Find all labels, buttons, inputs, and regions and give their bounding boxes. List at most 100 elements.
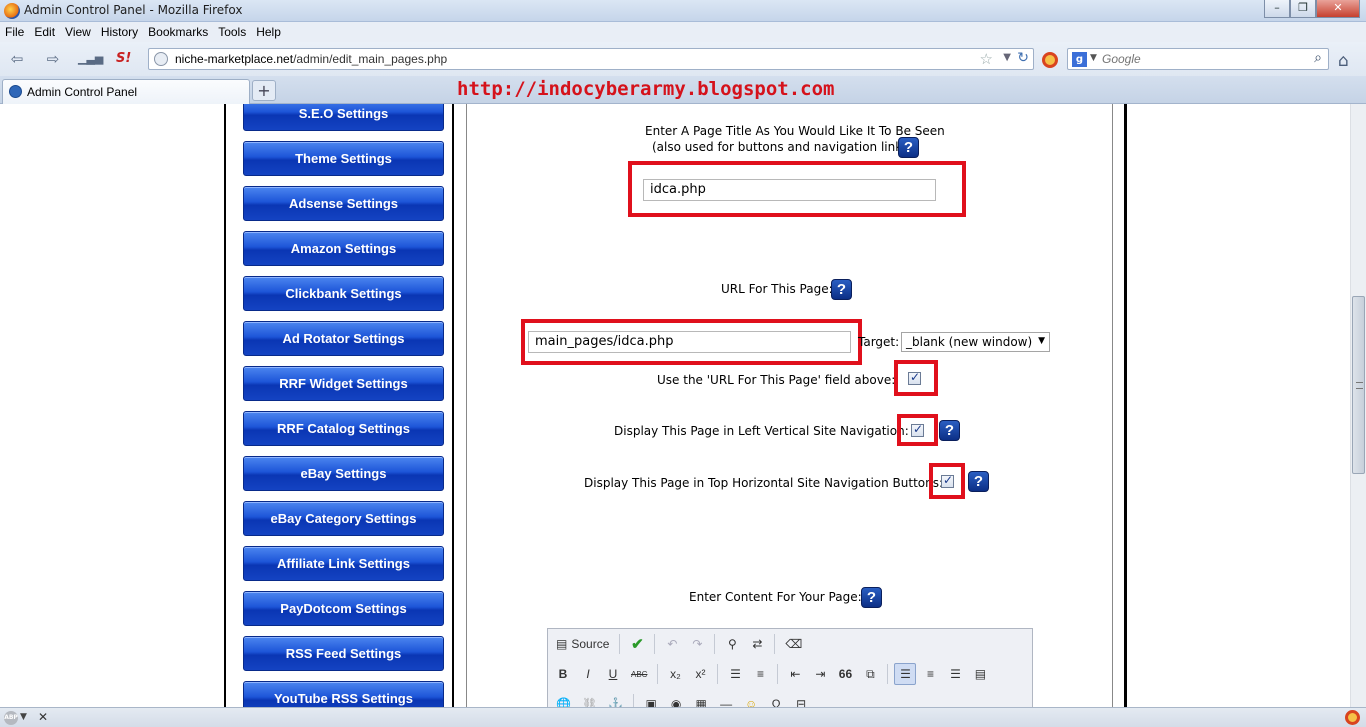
bold-button[interactable]: B <box>552 663 574 685</box>
bullet-list-icon[interactable]: ≡ <box>749 663 771 685</box>
help-icon[interactable]: ? <box>968 471 989 492</box>
page-favicon-icon <box>9 85 22 98</box>
source-button[interactable]: ▤ Source <box>552 633 613 655</box>
align-justify-icon[interactable]: ▤ <box>969 663 991 685</box>
top-nav-checkbox[interactable] <box>941 473 954 488</box>
blockquote-button[interactable]: 66 <box>834 663 856 685</box>
back-arrow-icon[interactable]: ⇦ <box>6 50 28 68</box>
special-char-icon[interactable]: Ω <box>765 693 787 707</box>
div-container-icon[interactable]: ⧉ <box>859 663 881 685</box>
numbered-list-icon[interactable]: ☰ <box>724 663 746 685</box>
page-break-icon[interactable]: ⊟ <box>790 693 812 707</box>
navigation-toolbar: ⇦ ⇨ ▁▃▅ S! niche-marketplace.net/admin/e… <box>0 42 1366 76</box>
sidebar-item-theme[interactable]: Theme Settings <box>243 141 444 176</box>
menu-file[interactable]: File <box>0 25 29 39</box>
window-title: Admin Control Panel - Mozilla Firefox <box>24 3 243 17</box>
sidebar-item-rrf-catalog[interactable]: RRF Catalog Settings <box>243 411 444 446</box>
anchor-icon[interactable]: ⚓ <box>604 693 627 707</box>
outdent-icon[interactable]: ⇤ <box>784 663 806 685</box>
toolbar-separator <box>717 664 719 684</box>
redo-icon[interactable]: ↷ <box>686 633 708 655</box>
forward-arrow-icon[interactable]: ⇨ <box>42 50 64 68</box>
indent-icon[interactable]: ⇥ <box>809 663 831 685</box>
home-icon[interactable]: ⌂ <box>1338 51 1349 71</box>
undo-icon[interactable]: ↶ <box>661 633 683 655</box>
eraser-icon[interactable]: ⌫ <box>781 633 806 655</box>
adblock-dropdown-icon[interactable]: ▼ <box>20 712 27 722</box>
sidebar-item-seo[interactable]: S.E.O Settings <box>243 104 444 131</box>
spellcheck-icon[interactable]: ✔ <box>626 633 648 655</box>
menu-edit[interactable]: Edit <box>29 25 60 39</box>
table-icon[interactable]: ▦ <box>690 693 712 707</box>
help-icon[interactable]: ? <box>898 137 919 158</box>
sidebar-item-rss-feed[interactable]: RSS Feed Settings <box>243 636 444 671</box>
sidebar-item-ad-rotator[interactable]: Ad Rotator Settings <box>243 321 444 356</box>
toolbar-separator <box>774 634 776 654</box>
sidebar-item-affiliate-link[interactable]: Affiliate Link Settings <box>243 546 444 581</box>
underline-button[interactable]: U <box>602 663 624 685</box>
sidebar-item-paydotcom[interactable]: PayDotcom Settings <box>243 591 444 626</box>
replace-icon[interactable]: ⇄ <box>746 633 768 655</box>
bookmark-star-icon[interactable]: ☆ <box>980 50 993 68</box>
sidebar-item-youtube-rss[interactable]: YouTube RSS Settings <box>243 681 444 707</box>
sidebar-item-clickbank[interactable]: Clickbank Settings <box>243 276 444 311</box>
tab-admin-control-panel[interactable]: Admin Control Panel <box>2 79 250 104</box>
sidebar-item-adsense[interactable]: Adsense Settings <box>243 186 444 221</box>
left-nav-checkbox[interactable] <box>911 422 924 437</box>
url-bar[interactable]: niche-marketplace.net/admin/edit_main_pa… <box>148 48 1034 70</box>
addon-s-icon[interactable]: S! <box>116 51 136 67</box>
align-right-icon[interactable]: ☰ <box>944 663 966 685</box>
page-title-input[interactable]: idca.php <box>643 179 936 201</box>
subscript-button[interactable]: x₂ <box>664 663 686 685</box>
help-icon[interactable]: ? <box>939 420 960 441</box>
noscript-icon[interactable] <box>1042 52 1058 68</box>
menu-bookmarks[interactable]: Bookmarks <box>143 25 213 39</box>
horizontal-rule-icon[interactable]: ― <box>715 693 737 707</box>
help-icon[interactable]: ? <box>861 587 882 608</box>
align-center-icon[interactable]: ≡ <box>919 663 941 685</box>
url-input[interactable]: main_pages/idca.php <box>528 331 851 353</box>
search-bar[interactable]: g ▼ ⌕ <box>1067 48 1329 70</box>
superscript-button[interactable]: x² <box>689 663 711 685</box>
strikethrough-button[interactable]: ABC <box>627 663 651 685</box>
adblock-icon[interactable]: ABP <box>4 711 18 725</box>
scrollbar-thumb[interactable] <box>1352 296 1365 474</box>
target-select[interactable]: _blank (new window) ▼ <box>901 332 1050 352</box>
editor-toolbar-row-1: ▤ Source ✔ ↶ ↷ ⚲ ⇄ ⌫ <box>552 631 806 657</box>
maximize-icon[interactable]: ❐ <box>1290 0 1316 18</box>
minimize-icon[interactable]: – <box>1264 0 1290 18</box>
menu-view[interactable]: View <box>60 25 96 39</box>
watermark-url: http://indocyberarmy.blogspot.com <box>457 78 835 100</box>
link-icon[interactable]: 🌐 <box>552 693 575 707</box>
italic-button[interactable]: I <box>577 663 599 685</box>
target-label: Target: <box>858 335 900 349</box>
search-input[interactable] <box>1102 51 1302 67</box>
noscript-status-icon[interactable] <box>1345 710 1360 725</box>
menu-tools[interactable]: Tools <box>213 25 251 39</box>
find-icon[interactable]: ⚲ <box>721 633 743 655</box>
menu-history[interactable]: History <box>96 25 143 39</box>
sidebar-item-ebay[interactable]: eBay Settings <box>243 456 444 491</box>
url-dropdown-icon[interactable]: ▼ <box>1003 52 1011 63</box>
align-left-icon[interactable]: ☰ <box>894 663 917 685</box>
search-icon[interactable]: ⌕ <box>1314 50 1322 66</box>
flash-icon[interactable]: ◉ <box>665 693 687 707</box>
sidebar-item-ebay-category[interactable]: eBay Category Settings <box>243 501 444 536</box>
new-tab-button[interactable]: + <box>252 80 276 101</box>
toolbar-separator <box>619 634 621 654</box>
close-icon[interactable]: ✕ <box>38 710 48 724</box>
menu-help[interactable]: Help <box>251 25 286 39</box>
use-url-checkbox[interactable] <box>908 370 921 385</box>
image-icon[interactable]: ▣ <box>640 693 662 707</box>
unlink-icon[interactable]: ⛓ <box>578 693 601 707</box>
reload-icon[interactable]: ↻ <box>1017 50 1029 66</box>
sidebar-item-rrf-widget[interactable]: RRF Widget Settings <box>243 366 444 401</box>
sidebar-item-amazon[interactable]: Amazon Settings <box>243 231 444 266</box>
page-scrollbar[interactable] <box>1350 104 1366 707</box>
smiley-icon[interactable]: ☺ <box>740 693 762 707</box>
google-engine-icon[interactable]: g <box>1072 52 1087 67</box>
window-titlebar: Admin Control Panel - Mozilla Firefox – … <box>0 0 1366 22</box>
engine-dropdown-icon[interactable]: ▼ <box>1090 53 1097 63</box>
help-icon[interactable]: ? <box>831 279 852 300</box>
close-icon[interactable]: ✕ <box>1316 0 1360 18</box>
